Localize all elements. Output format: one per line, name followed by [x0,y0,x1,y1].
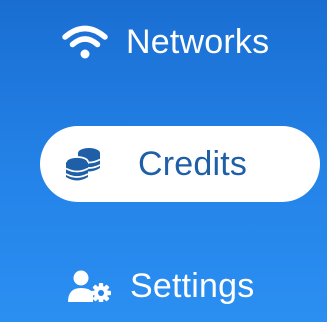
nav-item-label: Credits [138,145,248,183]
nav-item-networks[interactable]: Networks [62,20,269,64]
wifi-icon [62,24,108,60]
nav-item-credits[interactable]: Credits [40,126,320,202]
nav-item-label: Settings [130,267,255,305]
coins-icon [64,144,102,184]
nav-item-settings[interactable]: Settings [68,264,254,308]
nav-item-label: Networks [126,23,270,61]
user-gear-icon [68,270,112,302]
